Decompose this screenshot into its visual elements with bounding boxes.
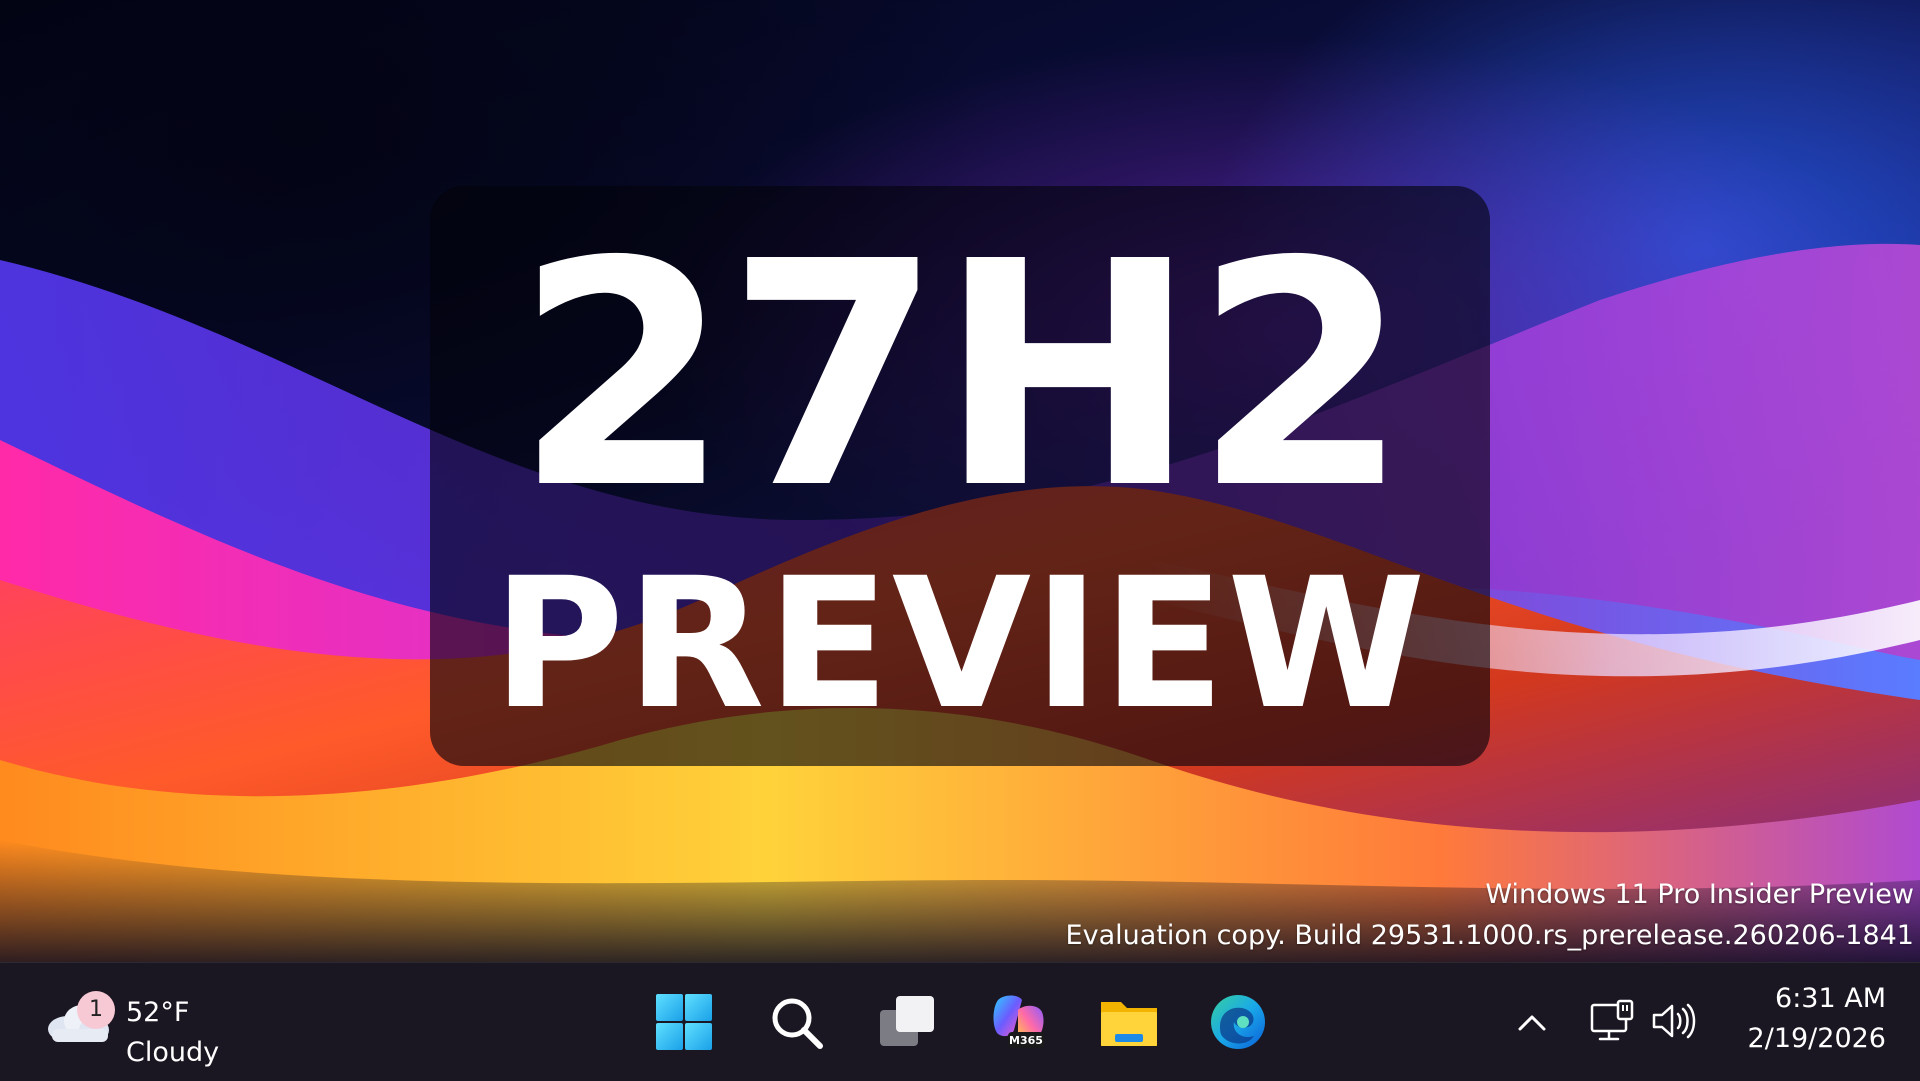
weather-condition: Cloudy <box>126 1037 220 1068</box>
taskbar: 1 52°F Cloudy M365 6:31 AM 2/19/2026 <box>0 962 1920 1081</box>
network-icon[interactable] <box>1588 997 1636 1045</box>
search-button[interactable] <box>757 983 835 1061</box>
folder-icon <box>1101 1002 1157 1046</box>
hero-title: 27H2 <box>514 196 1410 557</box>
chevron-up-icon[interactable] <box>1510 1001 1554 1045</box>
watermark-edition: Windows 11 Pro Insider Preview <box>1485 879 1914 910</box>
clock-time: 6:31 AM <box>1775 983 1886 1014</box>
hero-subtitle: PREVIEW <box>492 540 1428 749</box>
weather-temperature: 52°F <box>126 997 190 1028</box>
watermark-build: Evaluation copy. Build 29531.1000.rs_pre… <box>1065 920 1914 951</box>
weather-widget[interactable]: 1 52°F Cloudy <box>44 977 244 1068</box>
task-view-icon <box>880 996 934 1046</box>
edge-app[interactable] <box>1199 983 1277 1061</box>
file-explorer-app[interactable] <box>1090 983 1168 1061</box>
copilot-badge-label: M365 <box>1009 1034 1043 1047</box>
start-button[interactable] <box>645 983 723 1061</box>
desktop-wallpaper: 27H2 PREVIEW Windows 11 Pro Insider Prev… <box>0 0 1920 962</box>
weather-notification-badge: 1 <box>77 991 115 1029</box>
desktop-watermark: Windows 11 Pro Insider Preview Evaluatio… <box>1066 874 1914 956</box>
copilot-icon: M365 <box>993 995 1044 1048</box>
volume-icon[interactable] <box>1648 999 1696 1043</box>
edge-icon <box>1211 995 1265 1049</box>
search-icon <box>772 998 823 1049</box>
clock-date: 2/19/2026 <box>1747 1023 1886 1054</box>
windows-logo-icon <box>656 994 712 1050</box>
taskbar-clock[interactable]: 6:31 AM 2/19/2026 <box>1716 979 1886 1069</box>
task-view-button[interactable] <box>868 983 946 1061</box>
copilot-m365-app[interactable]: M365 <box>979 983 1057 1061</box>
